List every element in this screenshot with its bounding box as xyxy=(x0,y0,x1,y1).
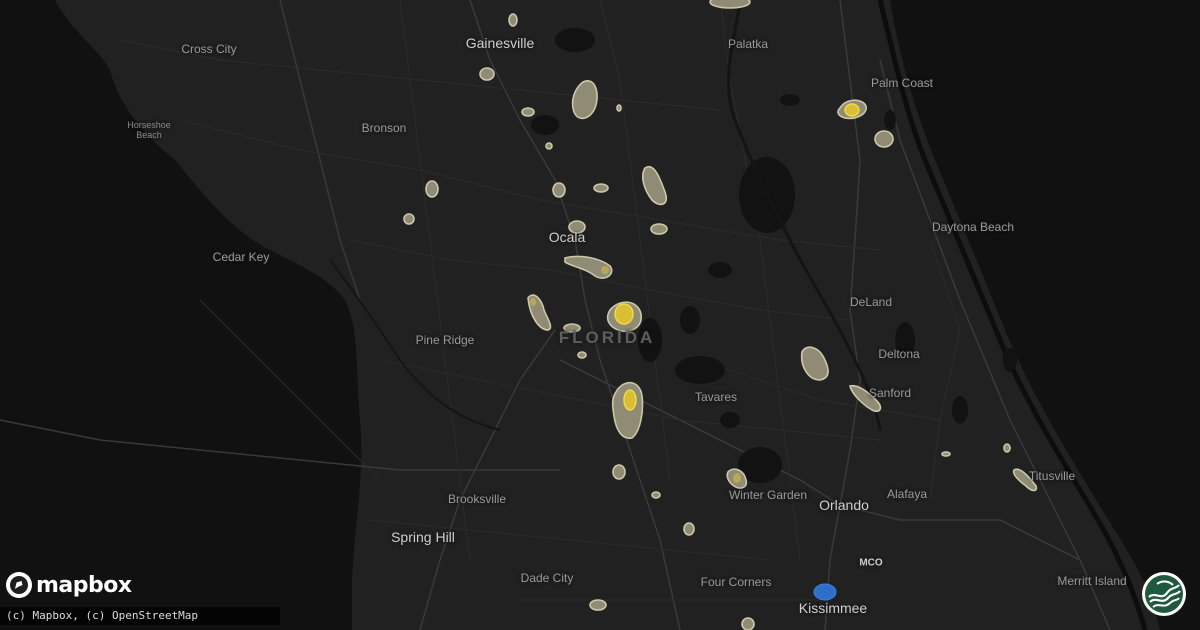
city-label-deland: DeLand xyxy=(849,295,893,309)
map-canvas[interactable]: FLORIDA Gainesville Palatka Cross City P… xyxy=(0,0,1200,630)
hail-swath xyxy=(800,346,829,381)
map-attribution[interactable]: (c) Mapbox, (c) OpenStreetMap xyxy=(0,607,280,625)
city-label-cross-city: Cross City xyxy=(181,42,237,56)
city-label-kissimmee: Kissimmee xyxy=(798,600,868,616)
hail-swath xyxy=(571,80,598,120)
hail-blue-area xyxy=(813,583,837,601)
city-label-orlando: Orlando xyxy=(819,497,869,513)
hail-swath xyxy=(741,617,755,630)
city-label-tavares: Tavares xyxy=(694,390,738,404)
city-label-four-corners: Four Corners xyxy=(700,575,772,589)
gulf-water xyxy=(0,0,362,630)
atlantic-water xyxy=(890,0,1200,630)
hail-swath xyxy=(589,599,607,611)
city-label-daytona-beach: Daytona Beach xyxy=(931,220,1015,234)
hail-swath xyxy=(403,213,415,225)
hail-core xyxy=(601,266,609,274)
hail-swath xyxy=(642,165,668,206)
hail-swath xyxy=(650,223,668,235)
hail-swath xyxy=(616,104,622,112)
hail-core xyxy=(733,473,741,483)
city-label-gainesville: Gainesville xyxy=(465,35,535,51)
city-label-palatka: Palatka xyxy=(727,37,769,51)
city-label-brooksville: Brooksville xyxy=(447,492,507,506)
wave-logo-icon[interactable] xyxy=(1141,571,1187,617)
city-label-titusville: Titusville xyxy=(1028,469,1076,483)
city-label-merritt-island: Merritt Island xyxy=(1057,574,1127,588)
airport-label-mco: MCO xyxy=(859,557,883,569)
city-label-horseshoe-beach: Horseshoe Beach xyxy=(127,120,171,140)
hail-swath xyxy=(552,182,566,198)
map-basemap xyxy=(0,0,1200,630)
hail-swath xyxy=(508,13,518,27)
city-label-alafaya: Alafaya xyxy=(886,487,928,501)
hail-swath xyxy=(425,180,439,198)
hail-swath xyxy=(577,351,587,359)
city-label-bronson: Bronson xyxy=(361,121,407,135)
hail-core xyxy=(844,103,860,117)
hail-swath xyxy=(479,67,495,81)
hail-cores xyxy=(530,103,860,483)
hail-swath xyxy=(709,0,751,9)
hail-swath xyxy=(521,107,535,117)
hail-swath xyxy=(1003,443,1011,453)
city-label-ocala: Ocala xyxy=(548,229,586,245)
mapbox-logo-text: mapbox xyxy=(36,572,132,598)
city-label-cedar-key: Cedar Key xyxy=(212,250,270,264)
hail-swath xyxy=(874,130,894,148)
hail-core xyxy=(530,298,536,306)
city-label-spring-hill: Spring Hill xyxy=(391,529,455,545)
city-label-sanford: Sanford xyxy=(868,386,912,400)
hail-core xyxy=(614,303,634,325)
hail-core xyxy=(623,389,637,411)
mapbox-logo-icon xyxy=(6,572,32,598)
hail-swath xyxy=(593,183,609,193)
hail-swath xyxy=(612,464,626,480)
mapbox-logo[interactable]: mapbox xyxy=(6,570,132,600)
city-label-pine-ridge: Pine Ridge xyxy=(415,333,475,347)
city-label-palm-coast: Palm Coast xyxy=(870,76,934,90)
state-label: FLORIDA xyxy=(558,328,656,347)
city-label-winter-garden: Winter Garden xyxy=(728,488,808,502)
city-label-dade-city: Dade City xyxy=(520,571,574,585)
city-label-deltona: Deltona xyxy=(878,347,920,361)
hail-swath xyxy=(651,491,661,499)
hail-swath xyxy=(545,142,553,150)
hail-swath xyxy=(941,451,951,457)
hail-swath xyxy=(683,522,695,536)
